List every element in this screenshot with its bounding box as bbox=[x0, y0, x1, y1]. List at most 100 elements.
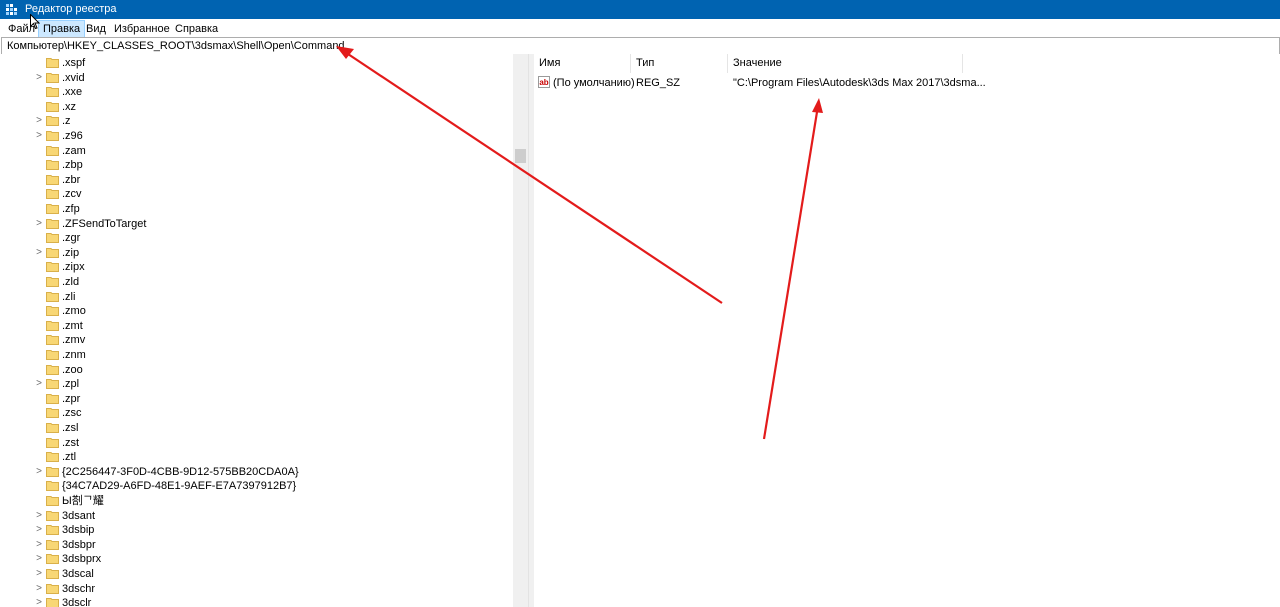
tree-item[interactable]: .zli bbox=[0, 290, 513, 304]
tree-item[interactable]: .zsc bbox=[0, 406, 513, 420]
tree-item[interactable]: > .zip bbox=[0, 246, 513, 260]
chevron-right-icon[interactable]: > bbox=[34, 552, 44, 566]
tree-item[interactable]: {34C7AD29-A6FD-48E1-9AEF-E7A7397912B7} bbox=[0, 479, 513, 493]
tree-item[interactable]: >3dscal bbox=[0, 567, 513, 581]
tree-item[interactable]: >3dschr bbox=[0, 582, 513, 596]
address-bar[interactable]: Компьютер\HKEY_CLASSES_ROOT\3dsmax\Shell… bbox=[1, 37, 1280, 55]
tree-item[interactable]: > {2C256447-3F0D-4CBB-9D12-575BB20CDA0A} bbox=[0, 465, 513, 479]
tree-item[interactable]: .zoo bbox=[0, 363, 513, 377]
tree-item[interactable]: .xspf bbox=[0, 56, 513, 70]
chevron-right-icon[interactable]: > bbox=[34, 465, 44, 479]
chevron-right-icon[interactable]: > bbox=[34, 377, 44, 391]
scrollbar-thumb[interactable] bbox=[515, 149, 526, 163]
tree-item-label: .zoo bbox=[62, 363, 83, 376]
chevron-right-icon bbox=[34, 392, 44, 406]
tree-item[interactable]: .xz bbox=[0, 100, 513, 114]
chevron-right-icon bbox=[34, 56, 44, 70]
chevron-right-icon bbox=[34, 173, 44, 187]
tree-item[interactable]: .zbr bbox=[0, 173, 513, 187]
chevron-right-icon[interactable]: > bbox=[34, 71, 44, 85]
tree-item[interactable]: > .z96 bbox=[0, 129, 513, 143]
chevron-right-icon[interactable]: > bbox=[34, 582, 44, 596]
chevron-right-icon bbox=[34, 494, 44, 508]
folder-icon bbox=[46, 364, 59, 375]
tree-item[interactable]: > .z bbox=[0, 114, 513, 128]
title-bar: Редактор реестра bbox=[0, 0, 1280, 19]
tree-item[interactable]: >3dsbip bbox=[0, 523, 513, 537]
column-header-name[interactable]: Имя bbox=[534, 54, 631, 73]
tree-item-label: .zcv bbox=[62, 188, 82, 201]
chevron-right-icon[interactable]: > bbox=[34, 217, 44, 231]
tree-item-label: .zbp bbox=[62, 159, 83, 172]
folder-icon bbox=[46, 496, 59, 506]
tree-item[interactable]: > .xvid bbox=[0, 71, 513, 85]
chevron-right-icon[interactable]: > bbox=[34, 523, 44, 537]
chevron-right-icon[interactable]: > bbox=[34, 114, 44, 128]
regedit-icon bbox=[6, 4, 17, 15]
tree-item-label: 3dsant bbox=[62, 509, 96, 522]
menu-edit[interactable]: Правка bbox=[37, 20, 86, 38]
chevron-right-icon[interactable]: > bbox=[34, 538, 44, 552]
tree-item[interactable]: >3dsant bbox=[0, 509, 513, 523]
chevron-right-icon bbox=[34, 290, 44, 304]
tree-item[interactable]: .zmv bbox=[0, 333, 513, 347]
chevron-right-icon[interactable]: > bbox=[34, 129, 44, 143]
folder-icon bbox=[46, 320, 59, 331]
value-type: REG_SZ bbox=[636, 77, 681, 89]
folder-icon bbox=[46, 335, 59, 346]
folder-icon bbox=[46, 174, 59, 185]
tree-item-label: .zmv bbox=[62, 334, 86, 347]
folder-icon bbox=[46, 189, 59, 200]
column-header-value[interactable]: Значение bbox=[728, 54, 963, 73]
tree-item[interactable]: .zmt bbox=[0, 319, 513, 333]
tree-item[interactable]: .znm bbox=[0, 348, 513, 362]
chevron-right-icon[interactable]: > bbox=[34, 246, 44, 260]
tree-item[interactable]: .zipx bbox=[0, 260, 513, 274]
chevron-right-icon bbox=[34, 319, 44, 333]
chevron-right-icon[interactable]: > bbox=[34, 509, 44, 523]
folder-icon bbox=[46, 481, 59, 492]
tree-item-label: 3dsbprx bbox=[62, 553, 102, 566]
string-value-icon: ab bbox=[538, 76, 550, 88]
menu-view[interactable]: Вид bbox=[82, 21, 110, 37]
chevron-right-icon bbox=[34, 85, 44, 99]
folder-icon bbox=[46, 423, 59, 433]
tree-scrollbar[interactable] bbox=[513, 54, 528, 607]
tree-item[interactable]: .zld bbox=[0, 275, 513, 289]
folder-icon bbox=[46, 247, 59, 258]
tree-item[interactable]: Ы剳ᄀ耀 bbox=[0, 494, 513, 508]
registry-key-tree[interactable]: .xspf > .xvid .xxe .xz > .z > .z96 .zam .zbp .zbr .z… bbox=[0, 54, 513, 607]
tree-item[interactable]: .zpr bbox=[0, 392, 513, 406]
menu-help[interactable]: Справка bbox=[171, 21, 222, 37]
tree-item[interactable]: .zam bbox=[0, 144, 513, 158]
tree-item[interactable]: >3dsbprx bbox=[0, 552, 513, 566]
folder-icon bbox=[46, 101, 59, 112]
folder-icon bbox=[46, 131, 59, 141]
value-row[interactable]: ab (По умолчанию) REG_SZ "C:\Program Fil… bbox=[534, 74, 1280, 91]
chevron-right-icon[interactable]: > bbox=[34, 596, 44, 607]
tree-item-label: .ztl bbox=[62, 451, 77, 464]
tree-item[interactable]: .zgr bbox=[0, 231, 513, 245]
chevron-right-icon[interactable]: > bbox=[34, 567, 44, 581]
menu-favorites[interactable]: Избранное bbox=[110, 21, 174, 37]
chevron-right-icon bbox=[34, 275, 44, 289]
tree-item[interactable]: >3dsclr bbox=[0, 596, 513, 607]
tree-item[interactable]: > .zpl bbox=[0, 377, 513, 391]
tree-item[interactable]: .ztl bbox=[0, 450, 513, 464]
tree-item[interactable]: .zsl bbox=[0, 421, 513, 435]
tree-item[interactable]: .zbp bbox=[0, 158, 513, 172]
folder-icon bbox=[46, 277, 59, 287]
column-header-type[interactable]: Тип bbox=[631, 54, 728, 73]
value-data: "C:\Program Files\Autodesk\3ds Max 2017\… bbox=[733, 77, 986, 89]
tree-item[interactable]: >3dsbpr bbox=[0, 538, 513, 552]
tree-item[interactable]: .zfp bbox=[0, 202, 513, 216]
tree-item[interactable]: > .ZFSendToTarget bbox=[0, 217, 513, 231]
tree-item[interactable]: .zst bbox=[0, 436, 513, 450]
tree-item[interactable]: .xxe bbox=[0, 85, 513, 99]
tree-item[interactable]: .zcv bbox=[0, 187, 513, 201]
tree-item-label: .xvid bbox=[62, 71, 85, 84]
chevron-right-icon bbox=[34, 231, 44, 245]
tree-item-label: .zmt bbox=[62, 319, 83, 332]
tree-item-label: .zpr bbox=[62, 392, 81, 405]
tree-item[interactable]: .zmo bbox=[0, 304, 513, 318]
